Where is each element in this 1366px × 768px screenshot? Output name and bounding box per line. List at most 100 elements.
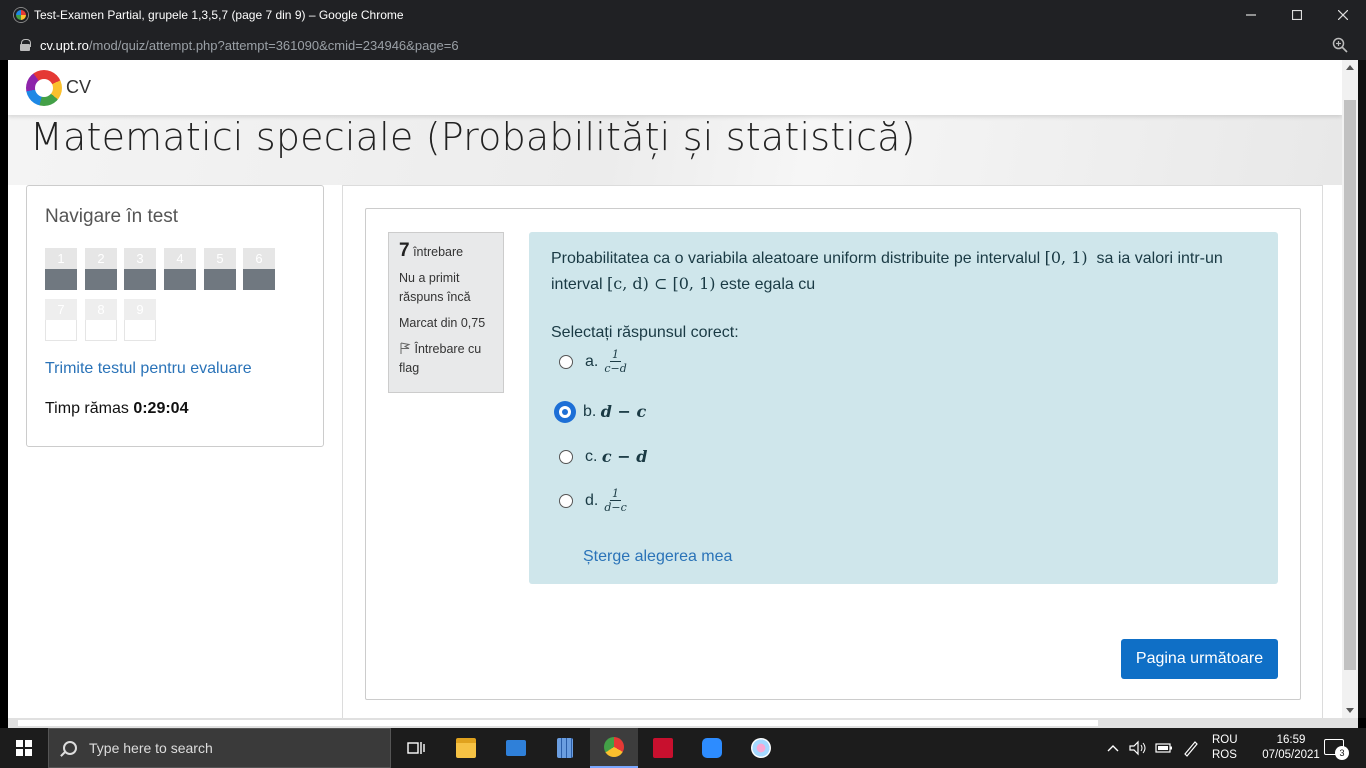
- fraction: 1 d−c: [604, 488, 626, 513]
- option-letter: c.: [585, 448, 598, 465]
- mail-icon[interactable]: [492, 728, 540, 768]
- fraction-numerator: 1: [610, 348, 622, 362]
- option-letter: b.: [583, 403, 597, 420]
- url-domain[interactable]: cv.upt.ro: [40, 38, 89, 53]
- scroll-down-icon[interactable]: [1346, 708, 1354, 713]
- submit-attempt-link[interactable]: Trimite testul pentru evaluare: [45, 360, 252, 378]
- fraction-denominator: d−c: [604, 501, 627, 514]
- question-text-part: este egala cu: [719, 276, 816, 293]
- radio-button[interactable]: [559, 449, 573, 464]
- vertical-scrollbar[interactable]: [1342, 60, 1358, 718]
- system-clock[interactable]: 16:59 07/05/2021: [1262, 733, 1320, 763]
- course-title: Matematici speciale (Probabilități și st…: [30, 115, 916, 159]
- radio-button[interactable]: [559, 493, 573, 508]
- main-region: 7 întrebare Nu a primit răspuns încă Mar…: [342, 185, 1323, 718]
- question-card: 7 întrebare Nu a primit răspuns încă Mar…: [365, 208, 1301, 700]
- quiz-nav-button-2[interactable]: 2: [85, 248, 117, 290]
- url-path[interactable]: /mod/quiz/attempt.php?attempt=361090&cmi…: [89, 38, 459, 53]
- input-language[interactable]: ROU ROS: [1212, 733, 1238, 763]
- battery-icon[interactable]: [1154, 741, 1174, 755]
- language-code: ROU: [1212, 734, 1238, 746]
- answer-option-a[interactable]: a. 1 c−d: [559, 349, 627, 374]
- quiz-nav-button-8[interactable]: 8: [85, 299, 117, 341]
- pen-icon[interactable]: [1182, 739, 1200, 757]
- volume-icon[interactable]: [1128, 740, 1148, 756]
- time-remaining: Timp rămas 0:29:04: [45, 400, 188, 418]
- quiz-nav-button-3[interactable]: 3: [124, 248, 156, 290]
- minimize-icon: [1246, 14, 1256, 16]
- quiz-nav-button-5[interactable]: 5: [204, 248, 236, 290]
- quiz-nav-button-6[interactable]: 6: [243, 248, 275, 290]
- browser-titlebar: Test-Examen Partial, grupele 1,3,5,7 (pa…: [0, 0, 1366, 30]
- question-status: Nu a primit răspuns încă: [399, 271, 471, 304]
- windows-taskbar: Type here to search ROU ROS 16:59 07/05/…: [0, 728, 1366, 768]
- answer-option-b[interactable]: b. d − c: [557, 399, 647, 424]
- chevron-up-icon[interactable]: [1106, 743, 1120, 753]
- quiz-nav-label: 9: [124, 299, 156, 320]
- fraction-denominator: c−d: [604, 362, 627, 375]
- scroll-up-icon[interactable]: [1346, 65, 1354, 70]
- site-header: CV: [8, 60, 1342, 115]
- flag-icon: [400, 342, 411, 354]
- option-letter: d.: [585, 492, 599, 509]
- radio-button[interactable]: [559, 354, 573, 369]
- quiz-navigation-title: Navigare în test: [45, 206, 179, 227]
- zoom-meetings-icon[interactable]: [688, 728, 736, 768]
- horizontal-scrollbar[interactable]: [8, 718, 1358, 728]
- quiz-nav-button-9[interactable]: 9: [124, 299, 156, 341]
- quiz-nav-button-4[interactable]: 4: [164, 248, 196, 290]
- scrollbar-thumb[interactable]: [1344, 100, 1356, 670]
- fraction: 1 c−d: [604, 349, 626, 374]
- close-button[interactable]: [1320, 0, 1366, 30]
- timer-label: Timp rămas: [45, 400, 129, 417]
- horizontal-scrollbar-thumb[interactable]: [18, 720, 1098, 726]
- logo-text[interactable]: CV: [66, 77, 91, 98]
- calculator-icon[interactable]: [541, 728, 589, 768]
- next-page-button[interactable]: Pagina următoare: [1121, 639, 1278, 679]
- quiz-nav-label: 1: [45, 248, 77, 269]
- keyboard-layout: ROS: [1212, 749, 1237, 761]
- question-text-part: Probabilitatea ca o variabila aleatoare …: [551, 250, 1041, 267]
- question-marks: Marcat din 0,75: [399, 316, 486, 330]
- question-number: 7: [399, 240, 410, 261]
- quiz-nav-label: 5: [204, 248, 236, 269]
- quiz-navigation: Navigare în test 1 2 3 4 5 6 7 8 9 Trimi…: [26, 185, 324, 447]
- search-placeholder: Type here to search: [89, 740, 213, 756]
- system-tray: [1106, 728, 1200, 768]
- quiz-nav-button-7[interactable]: 7: [45, 299, 77, 341]
- flag-label: Întrebare cu flag: [399, 342, 482, 375]
- answer-option-c[interactable]: c. c − d: [559, 444, 647, 469]
- timer-value: 0:29:04: [133, 400, 189, 417]
- paint-icon[interactable]: [737, 728, 785, 768]
- clock-date: 07/05/2021: [1262, 749, 1320, 761]
- option-expression: c − d: [601, 447, 648, 466]
- clear-choice-link[interactable]: Șterge alegerea mea: [583, 544, 732, 569]
- option-expression: d − c: [600, 402, 647, 421]
- interval-math: [0, 1): [1044, 248, 1088, 267]
- acrobat-icon[interactable]: [639, 728, 687, 768]
- minimize-button[interactable]: [1228, 0, 1274, 30]
- quiz-nav-button-1[interactable]: 1: [45, 248, 77, 290]
- zoom-icon[interactable]: [1332, 37, 1348, 53]
- close-icon: [1338, 10, 1348, 20]
- taskbar-search[interactable]: Type here to search: [48, 728, 391, 768]
- notification-center-icon[interactable]: 3: [1324, 739, 1349, 760]
- address-bar[interactable]: cv.upt.ro/mod/quiz/attempt.php?attempt=3…: [0, 30, 1366, 60]
- lock-icon[interactable]: [20, 39, 31, 51]
- notification-badge: 3: [1335, 746, 1349, 760]
- radio-button-selected[interactable]: [557, 403, 573, 420]
- flag-question-toggle[interactable]: Întrebare cu flag: [399, 340, 493, 378]
- cv-logo-icon[interactable]: [26, 69, 62, 106]
- quiz-nav-label: 2: [85, 248, 117, 269]
- window-title: Test-Examen Partial, grupele 1,3,5,7 (pa…: [34, 8, 404, 22]
- chrome-icon[interactable]: [590, 728, 638, 768]
- file-explorer-icon[interactable]: [442, 728, 490, 768]
- task-view-icon[interactable]: [392, 728, 440, 768]
- answer-option-d[interactable]: d. 1 d−c: [559, 488, 627, 513]
- maximize-button[interactable]: [1274, 0, 1320, 30]
- page-viewport: CV Matematici speciale (Probabilități și…: [8, 60, 1342, 718]
- quiz-nav-label: 6: [243, 248, 275, 269]
- quiz-nav-label: 4: [164, 248, 196, 269]
- windows-start-icon[interactable]: [16, 740, 32, 756]
- interval-math: [c, d) ⊂ [0, 1): [607, 274, 716, 293]
